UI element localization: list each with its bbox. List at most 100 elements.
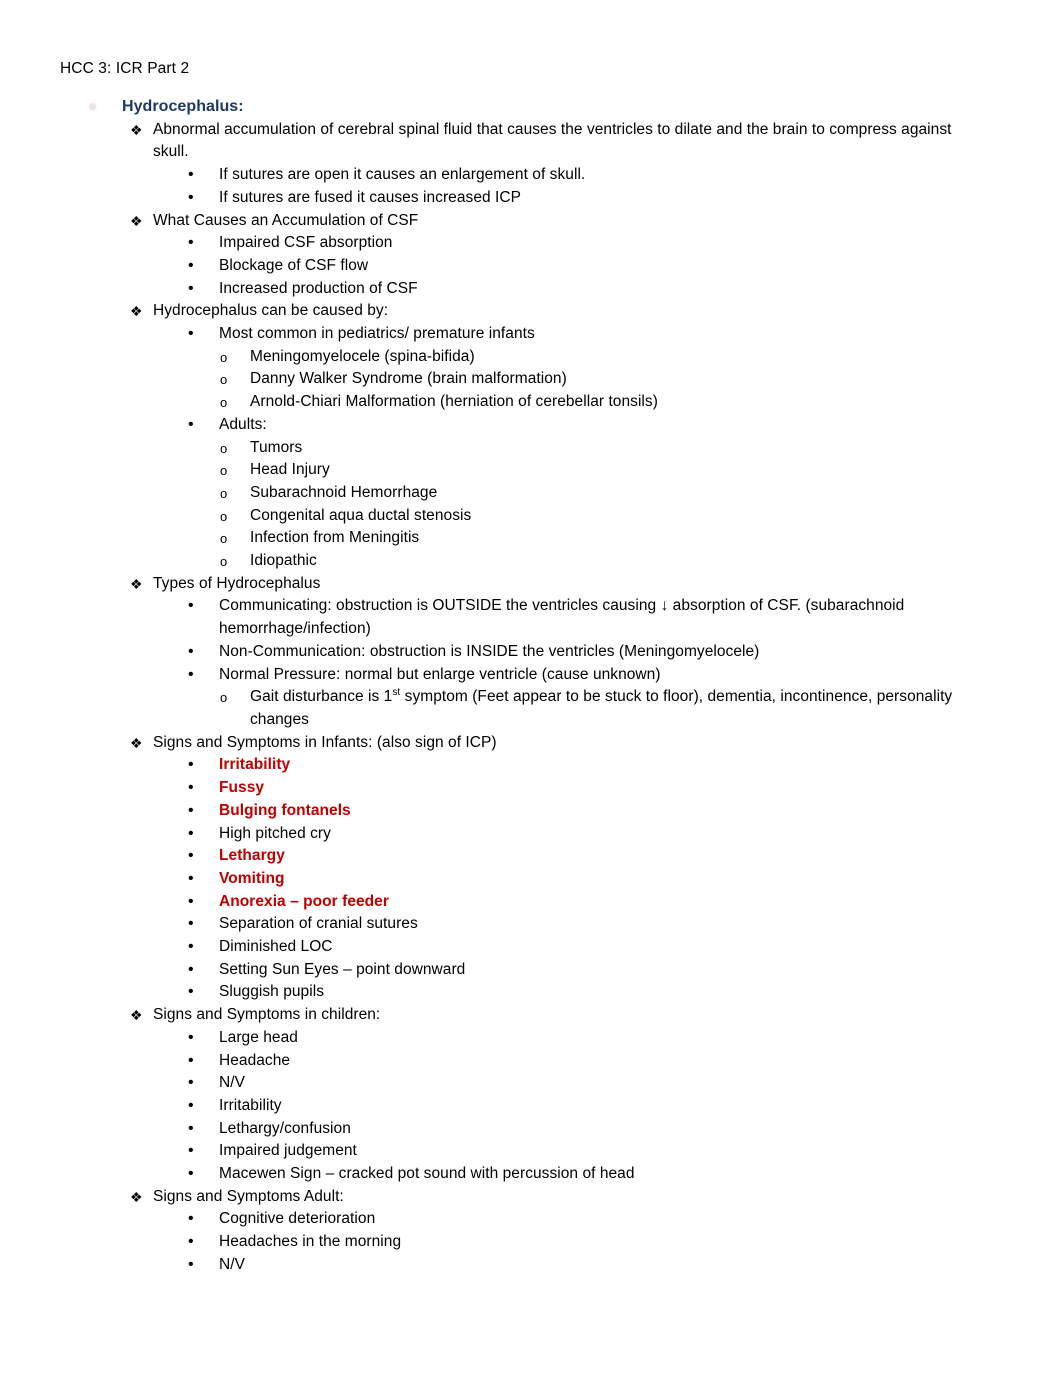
outline-item-text: Separation of cranial sutures	[219, 915, 418, 933]
round-bullet-icon: •	[188, 415, 194, 433]
outline-item-text: Blockage of CSF flow	[219, 256, 369, 274]
outline-item-text: Meningomyelocele (spina-bifida)	[250, 347, 475, 365]
outline-item-text: Headache	[219, 1051, 291, 1069]
outline-item-text: Cognitive deterioration	[219, 1210, 376, 1228]
outline-item-text: Diminished LOC	[219, 938, 333, 956]
outline-item-text: Bulging fontanels	[219, 801, 351, 819]
round-bullet-icon: •	[188, 869, 194, 887]
outline-item: • Blockage of CSF flow	[0, 255, 1062, 278]
outline-item-text: Impaired judgement	[219, 1142, 357, 1160]
outline-item-text: Lethargy	[219, 847, 285, 865]
outline-item: • Anorexia – poor feeder	[0, 891, 1062, 914]
outline-item: • Most common in pediatrics/ premature in…	[0, 323, 1062, 346]
outline-item: • If sutures are fused it causes increase…	[0, 187, 1062, 210]
outline-item: o Arnold-Chiari Malformation (herniation …	[0, 391, 1062, 414]
round-bullet-icon: •	[188, 1119, 194, 1137]
outline-item-text: Subarachnoid Hemorrhage	[250, 483, 438, 501]
diamond-bullet-icon: ❖	[130, 1188, 143, 1205]
outline-item: ❖ Types of Hydrocephalus	[0, 573, 1062, 596]
outline-item: • Lethargy/confusion	[0, 1118, 1062, 1141]
outline-item: ❖ Signs and Symptoms in Infants: (also si…	[0, 732, 1062, 755]
outline-item: • Vomiting	[0, 868, 1062, 891]
outline-item-text: What Causes an Accumulation of CSF	[153, 211, 419, 229]
round-bullet-icon: •	[188, 756, 194, 774]
diamond-bullet-icon: ❖	[130, 734, 143, 751]
outline-item-text: Lethargy/confusion	[219, 1119, 351, 1137]
round-bullet-icon: •	[188, 234, 194, 252]
round-bullet-icon: •	[188, 779, 194, 797]
title-bullet-icon: ●	[88, 98, 98, 115]
outline-item: • Lethargy	[0, 845, 1062, 868]
outline-item: • Normal Pressure: normal but enlarge ven…	[0, 664, 1062, 687]
outline-item-text: Signs and Symptoms in Infants: (also sig…	[153, 733, 497, 751]
outline-item-text: High pitched cry	[219, 824, 331, 842]
outline-body: ● Hydrocephalus: ❖ Abnormal accumulation …	[0, 96, 1062, 1277]
diamond-bullet-icon: ❖	[130, 212, 143, 229]
outline-item-text: Increased production of CSF	[219, 279, 418, 297]
outline-item: • Increased production of CSF	[0, 278, 1062, 301]
outline-item: • Bulging fontanels	[0, 800, 1062, 823]
outline-item-text: Congenital aqua ductal stenosis	[250, 506, 472, 524]
outline-item: ❖ What Causes an Accumulation of CSF	[0, 210, 1062, 233]
outline-item: • Headaches in the morning	[0, 1231, 1062, 1254]
outline-item: • N/V	[0, 1254, 1062, 1277]
outline-item-text: Normal Pressure: normal but enlarge vent…	[219, 665, 661, 683]
outline-item-text: Infection from Meningitis	[250, 529, 420, 547]
outline-item: • Communicating: obstruction is OUTSIDE t…	[0, 595, 1062, 640]
round-bullet-icon: •	[188, 1028, 194, 1046]
outline-item-text: Arnold-Chiari Malformation (herniation o…	[250, 393, 658, 411]
outline-item: • Macewen Sign – cracked pot sound with p…	[0, 1163, 1062, 1186]
outline-list: ❖ Abnormal accumulation of cerebral spina…	[0, 119, 1062, 1277]
circle-letter-bullet-icon: o	[220, 395, 228, 411]
round-bullet-icon: •	[188, 915, 194, 933]
round-bullet-icon: •	[188, 1233, 194, 1251]
outline-item: o Head Injury	[0, 459, 1062, 482]
outline-item-text: N/V	[219, 1074, 245, 1092]
outline-item-text: Signs and Symptoms in children:	[153, 1006, 381, 1024]
round-bullet-icon: •	[188, 1142, 194, 1160]
circle-letter-bullet-icon: o	[220, 485, 228, 501]
page-header: HCC 3: ICR Part 2	[60, 60, 190, 77]
outline-item-text: Abnormal accumulation of cerebral spinal…	[153, 120, 952, 161]
round-bullet-icon: •	[188, 1255, 194, 1273]
round-bullet-icon: •	[188, 801, 194, 819]
outline-item: • Separation of cranial sutures	[0, 913, 1062, 936]
round-bullet-icon: •	[188, 1165, 194, 1183]
outline-item: • Adults:	[0, 414, 1062, 437]
round-bullet-icon: •	[188, 642, 194, 660]
outline-item: o Congenital aqua ductal stenosis	[0, 505, 1062, 528]
outline-item-text: Non-Communication: obstruction is INSIDE…	[219, 642, 760, 660]
outline-item: o Idiopathic	[0, 550, 1062, 573]
section-title-row: ● Hydrocephalus:	[0, 96, 1062, 119]
round-bullet-icon: •	[188, 1210, 194, 1228]
round-bullet-icon: •	[188, 665, 194, 683]
outline-item: • Headache	[0, 1050, 1062, 1073]
circle-letter-bullet-icon: o	[220, 463, 228, 479]
outline-item-text: Sluggish pupils	[219, 983, 325, 1001]
circle-letter-bullet-icon: o	[220, 372, 228, 388]
outline-item-text: Signs and Symptoms Adult:	[153, 1187, 344, 1205]
outline-item-text: If sutures are fused it causes increased…	[219, 188, 522, 206]
round-bullet-icon: •	[188, 847, 194, 865]
round-bullet-icon: •	[188, 824, 194, 842]
page-title: Hydrocephalus:	[122, 98, 244, 115]
outline-item: o Tumors	[0, 437, 1062, 460]
circle-letter-bullet-icon: o	[220, 508, 228, 524]
outline-item: • Large head	[0, 1027, 1062, 1050]
outline-item: • Diminished LOC	[0, 936, 1062, 959]
outline-item: • If sutures are open it causes an enlarg…	[0, 164, 1062, 187]
outline-item: o Subarachnoid Hemorrhage	[0, 482, 1062, 505]
circle-letter-bullet-icon: o	[220, 690, 228, 706]
outline-item-text: Setting Sun Eyes – point downward	[219, 960, 466, 978]
outline-item-text: Large head	[219, 1028, 298, 1046]
outline-item-text: Tumors	[250, 438, 303, 456]
diamond-bullet-icon: ❖	[130, 303, 143, 320]
outline-item-text: Head Injury	[250, 461, 330, 479]
outline-item: o Infection from Meningitis	[0, 527, 1062, 550]
outline-item: ❖ Hydrocephalus can be caused by:	[0, 300, 1062, 323]
round-bullet-icon: •	[188, 892, 194, 910]
outline-item-text: Irritability	[219, 756, 291, 774]
round-bullet-icon: •	[188, 597, 194, 615]
outline-item-text: Vomiting	[219, 869, 285, 887]
outline-item-text: Danny Walker Syndrome (brain malformatio…	[250, 370, 567, 388]
